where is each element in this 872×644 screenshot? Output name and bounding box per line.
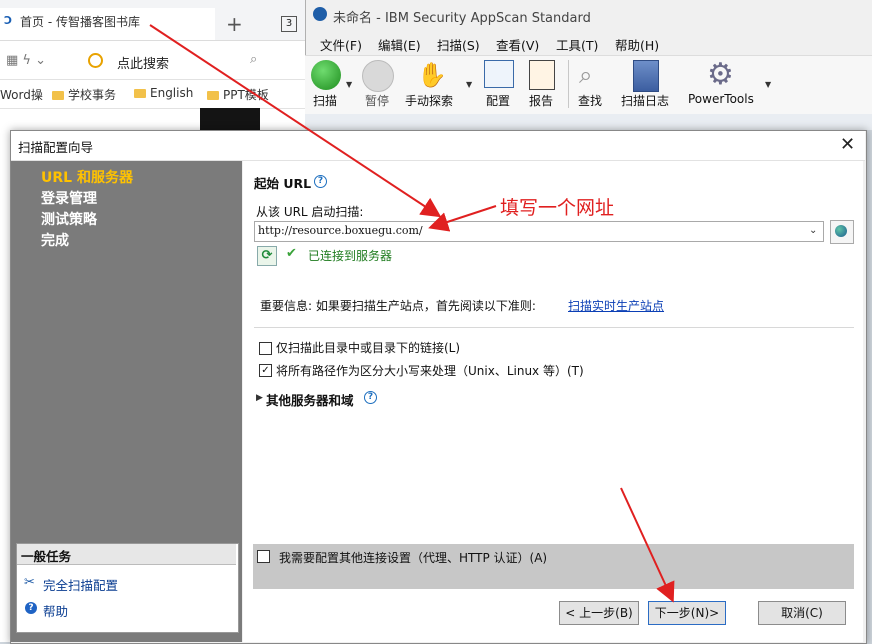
bookmark-item[interactable]: Word操 — [0, 86, 43, 103]
back-button[interactable]: < 上一步(B) — [559, 601, 639, 625]
chevron-down-icon[interactable]: ⌄ — [809, 225, 817, 236]
scan-production-site-link[interactable]: 扫描实时生产站点 — [568, 297, 664, 314]
folder-icon — [134, 89, 146, 98]
bookmark-item[interactable]: English — [134, 86, 193, 100]
refresh-icon[interactable]: ⟳ — [257, 246, 277, 266]
toolbar-separator — [568, 60, 569, 108]
connection-status: 已连接到服务器 — [308, 249, 393, 263]
browser-grid-icon[interactable]: ▦ ϟ ⌄ — [6, 53, 46, 68]
toolbar-report-button[interactable]: 报告 — [529, 92, 553, 109]
nav-url-and-servers[interactable]: URL 和服务器 — [41, 167, 133, 187]
browser-search-box[interactable]: 点此搜索 — [117, 53, 169, 72]
appscan-tab-strip — [305, 114, 872, 130]
menu-help[interactable]: 帮助(H) — [615, 35, 659, 54]
toolbar-manual-explore-button[interactable]: 手动探索 — [405, 92, 453, 109]
other-servers-section-toggle[interactable]: 其他服务器和域 — [266, 390, 354, 409]
nav-login-management[interactable]: 登录管理 — [41, 188, 97, 208]
hand-icon[interactable]: ✋ — [417, 60, 447, 90]
globe-icon — [835, 225, 847, 237]
browser-tab-favicon-icon: Ↄ — [4, 14, 13, 27]
tab-count-badge[interactable]: 3 — [281, 16, 297, 32]
expand-arrow-icon[interactable]: ▶ — [256, 393, 263, 403]
magnifier-icon[interactable]: ⌕ — [579, 60, 609, 90]
start-url-value[interactable]: http://resource.boxuegu.com/ — [258, 224, 423, 237]
tools-icon: ✂ — [24, 575, 35, 590]
dir-only-checkbox[interactable] — [259, 342, 272, 355]
scan-play-icon[interactable] — [311, 60, 341, 90]
case-sensitive-checkbox[interactable]: ✓ — [259, 364, 272, 377]
folder-icon — [207, 91, 219, 100]
nav-test-policy[interactable]: 测试策略 — [41, 209, 97, 229]
case-sensitive-label[interactable]: 将所有路径作为区分大小写来处理（Unix、Linux 等）(T) — [276, 362, 584, 379]
chevron-down-icon[interactable]: ▼ — [765, 80, 771, 89]
toolbar-find-button[interactable]: 查找 — [578, 92, 602, 109]
full-scan-config-link[interactable]: 完全扫描配置 — [43, 575, 118, 594]
new-tab-button[interactable]: + — [226, 12, 243, 36]
menu-file[interactable]: 文件(F) — [320, 35, 362, 54]
annotation-text: 填写一个网址 — [500, 197, 615, 219]
start-url-heading: 起始 URL — [254, 176, 312, 191]
close-icon[interactable]: ✕ — [840, 134, 855, 155]
scan-log-book-icon[interactable] — [633, 60, 659, 92]
toolbar-powertools-button[interactable]: PowerTools — [688, 92, 754, 106]
toolbar-scan-button[interactable]: 扫描 — [313, 92, 337, 109]
nav-complete[interactable]: 完成 — [41, 230, 69, 250]
scan-from-url-label: 从该 URL 启动扫描: — [256, 205, 364, 219]
folder-icon — [52, 91, 64, 100]
menu-edit[interactable]: 编辑(E) — [378, 35, 421, 54]
help-icon: ? — [25, 602, 37, 614]
help-icon[interactable]: ? — [314, 175, 327, 188]
important-info-text: 重要信息: 如果要扫描生产站点，首先阅读以下准则: — [260, 299, 536, 313]
gear-icon[interactable]: ⚙ — [707, 60, 737, 90]
toolbar-scan-log-button[interactable]: 扫描日志 — [621, 92, 669, 109]
chevron-down-icon[interactable]: ▼ — [346, 80, 352, 89]
help-icon[interactable]: ? — [364, 391, 377, 404]
dialog-title-bar — [11, 131, 865, 161]
menu-scan[interactable]: 扫描(S) — [437, 35, 480, 54]
browser-page-content — [200, 108, 260, 132]
help-link[interactable]: 帮助 — [43, 601, 68, 620]
appscan-window-title: 未命名 - IBM Security AppScan Standard — [333, 11, 591, 26]
report-clipboard-icon[interactable] — [529, 60, 555, 90]
pause-icon[interactable] — [362, 60, 394, 92]
menu-tools[interactable]: 工具(T) — [556, 35, 598, 54]
dialog-title: 扫描配置向导 — [18, 140, 94, 155]
appscan-logo-icon — [313, 7, 327, 21]
menu-view[interactable]: 查看(V) — [496, 35, 539, 54]
config-checklist-icon[interactable] — [484, 60, 514, 88]
next-button[interactable]: 下一步(N)> — [648, 601, 726, 625]
section-divider — [254, 327, 854, 328]
browser-tab-title: 首页 - 传智播客图书库 — [20, 15, 140, 29]
bookmark-item[interactable]: 学校事务 — [52, 86, 116, 103]
bookmark-item[interactable]: PPT模板 — [207, 86, 269, 103]
toolbar-pause-button[interactable]: 暂停 — [365, 92, 389, 109]
proxy-settings-label[interactable]: 我需要配置其他连接设置（代理、HTTP 认证）(A) — [279, 549, 547, 566]
dir-only-label[interactable]: 仅扫描此目录中或目录下的链接(L) — [276, 339, 460, 356]
cancel-button[interactable]: 取消(C) — [758, 601, 846, 625]
search-engine-logo-icon — [88, 53, 103, 68]
toolbar-config-button[interactable]: 配置 — [486, 92, 510, 109]
proxy-settings-checkbox[interactable] — [257, 550, 270, 563]
search-icon[interactable]: ⌕ — [250, 52, 257, 67]
checkmark-icon: ✔ — [286, 246, 297, 261]
general-tasks-title: 一般任务 — [21, 549, 72, 564]
chevron-down-icon[interactable]: ▼ — [466, 80, 472, 89]
